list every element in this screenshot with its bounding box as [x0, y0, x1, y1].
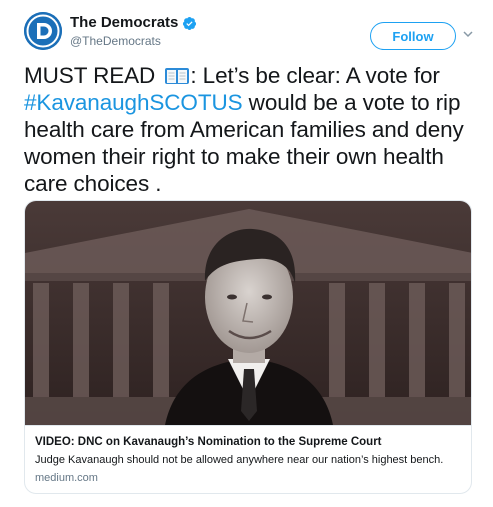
account-handle[interactable]: @TheDemocrats	[70, 32, 197, 50]
account-info[interactable]: The Democrats @TheDemocrats	[70, 14, 197, 50]
card-body[interactable]: VIDEO: DNC on Kavanaugh’s Nomination to …	[25, 425, 471, 493]
chevron-down-icon[interactable]	[462, 28, 474, 40]
card-domain: medium.com	[35, 472, 98, 484]
tweet-text-segment: MUST READ	[24, 63, 162, 88]
card-image[interactable]	[25, 201, 472, 425]
tweet-text: MUST READ : Let’s be clear: A vote for #…	[24, 62, 474, 197]
democrats-logo-avatar[interactable]	[24, 12, 62, 50]
card-description: Judge Kavanaugh should not be allowed an…	[35, 454, 444, 466]
tweet-text-segment: : Let’s be clear: A vote for	[190, 63, 440, 88]
card-title[interactable]: VIDEO: DNC on Kavanaugh’s Nomination to …	[35, 434, 463, 450]
hashtag-link[interactable]: #KavanaughSCOTUS	[24, 90, 243, 115]
follow-button[interactable]: Follow	[370, 22, 456, 50]
open-book-icon	[165, 68, 190, 84]
tweet-header: The Democrats @TheDemocrats Follow	[24, 12, 474, 58]
democrats-d-logo-icon	[24, 12, 62, 50]
display-name[interactable]: The Democrats	[70, 14, 178, 32]
verified-badge-icon	[183, 16, 197, 30]
link-card[interactable]: VIDEO: DNC on Kavanaugh’s Nomination to …	[24, 200, 472, 494]
